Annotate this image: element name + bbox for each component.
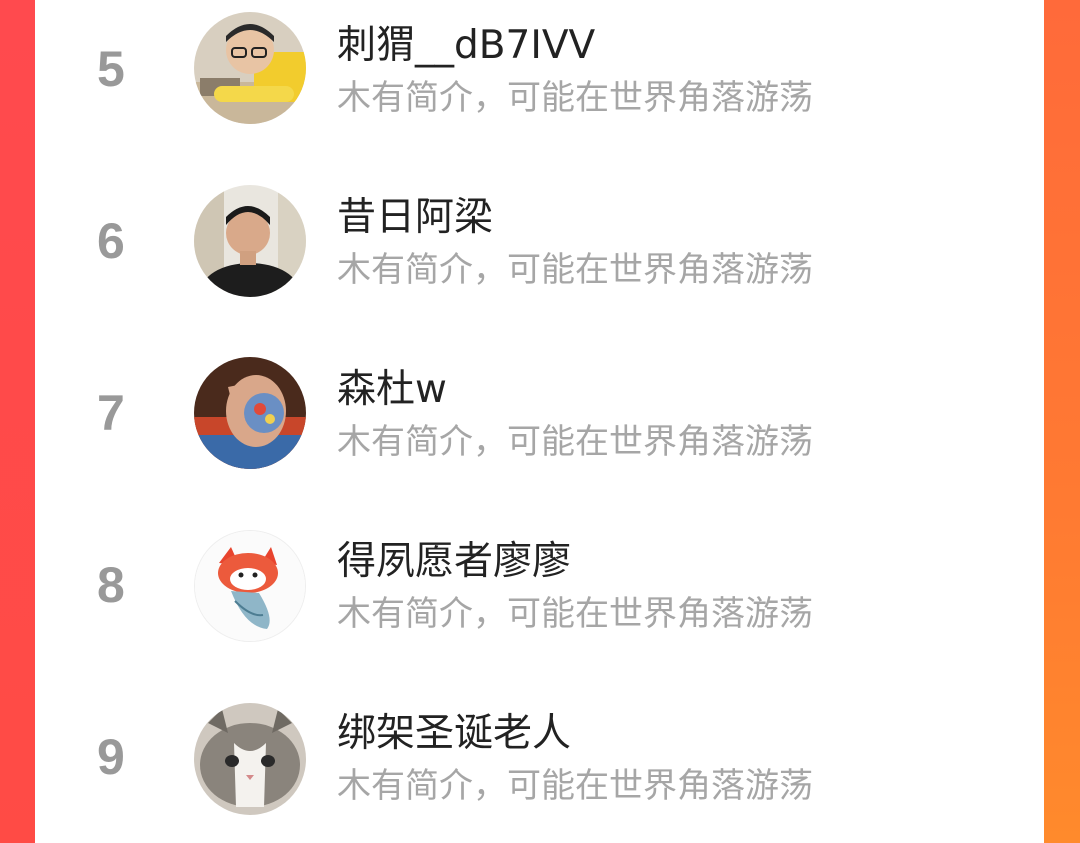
rank-number: 6 xyxy=(97,213,125,269)
user-name: 得夙愿者廖廖 xyxy=(337,539,572,584)
rank-number: 7 xyxy=(97,385,125,441)
user-name: 绑架圣诞老人 xyxy=(337,711,572,756)
list-item[interactable]: 7 森杜w 木有简介，可能在世界角落游荡 xyxy=(35,344,1044,516)
rank-number: 8 xyxy=(97,557,125,613)
user-bio: 木有简介，可能在世界角落游荡 xyxy=(337,250,813,290)
avatar[interactable] xyxy=(194,12,306,124)
rank-number: 5 xyxy=(97,41,125,97)
avatar[interactable] xyxy=(194,357,306,469)
avatar[interactable] xyxy=(194,185,306,297)
ranking-list: 5 刺猬__dB7IVV 木有简介，可能在世界角落游荡 6 昔日阿梁 木有简介，… xyxy=(35,0,1044,843)
avatar[interactable] xyxy=(194,703,306,815)
right-gradient-edge xyxy=(1044,0,1080,843)
list-item[interactable]: 9 绑架圣诞老人 木有简介，可能在世界角落游荡 xyxy=(35,688,1044,843)
user-name: 昔日阿梁 xyxy=(337,195,494,240)
list-item[interactable]: 5 刺猬__dB7IVV 木有简介，可能在世界角落游荡 xyxy=(35,0,1044,172)
list-item[interactable]: 6 昔日阿梁 木有简介，可能在世界角落游荡 xyxy=(35,172,1044,344)
avatar[interactable] xyxy=(194,530,306,642)
user-bio: 木有简介，可能在世界角落游荡 xyxy=(337,594,813,634)
left-gradient-edge xyxy=(0,0,35,843)
rank-number: 9 xyxy=(97,729,125,785)
user-name: 森杜w xyxy=(337,367,447,412)
list-item[interactable]: 8 得夙愿者廖廖 木有简介，可能在世界角落游荡 xyxy=(35,516,1044,688)
user-bio: 木有简介，可能在世界角落游荡 xyxy=(337,766,813,806)
user-bio: 木有简介，可能在世界角落游荡 xyxy=(337,78,813,118)
user-bio: 木有简介，可能在世界角落游荡 xyxy=(337,422,813,462)
user-name: 刺猬__dB7IVV xyxy=(337,23,596,68)
